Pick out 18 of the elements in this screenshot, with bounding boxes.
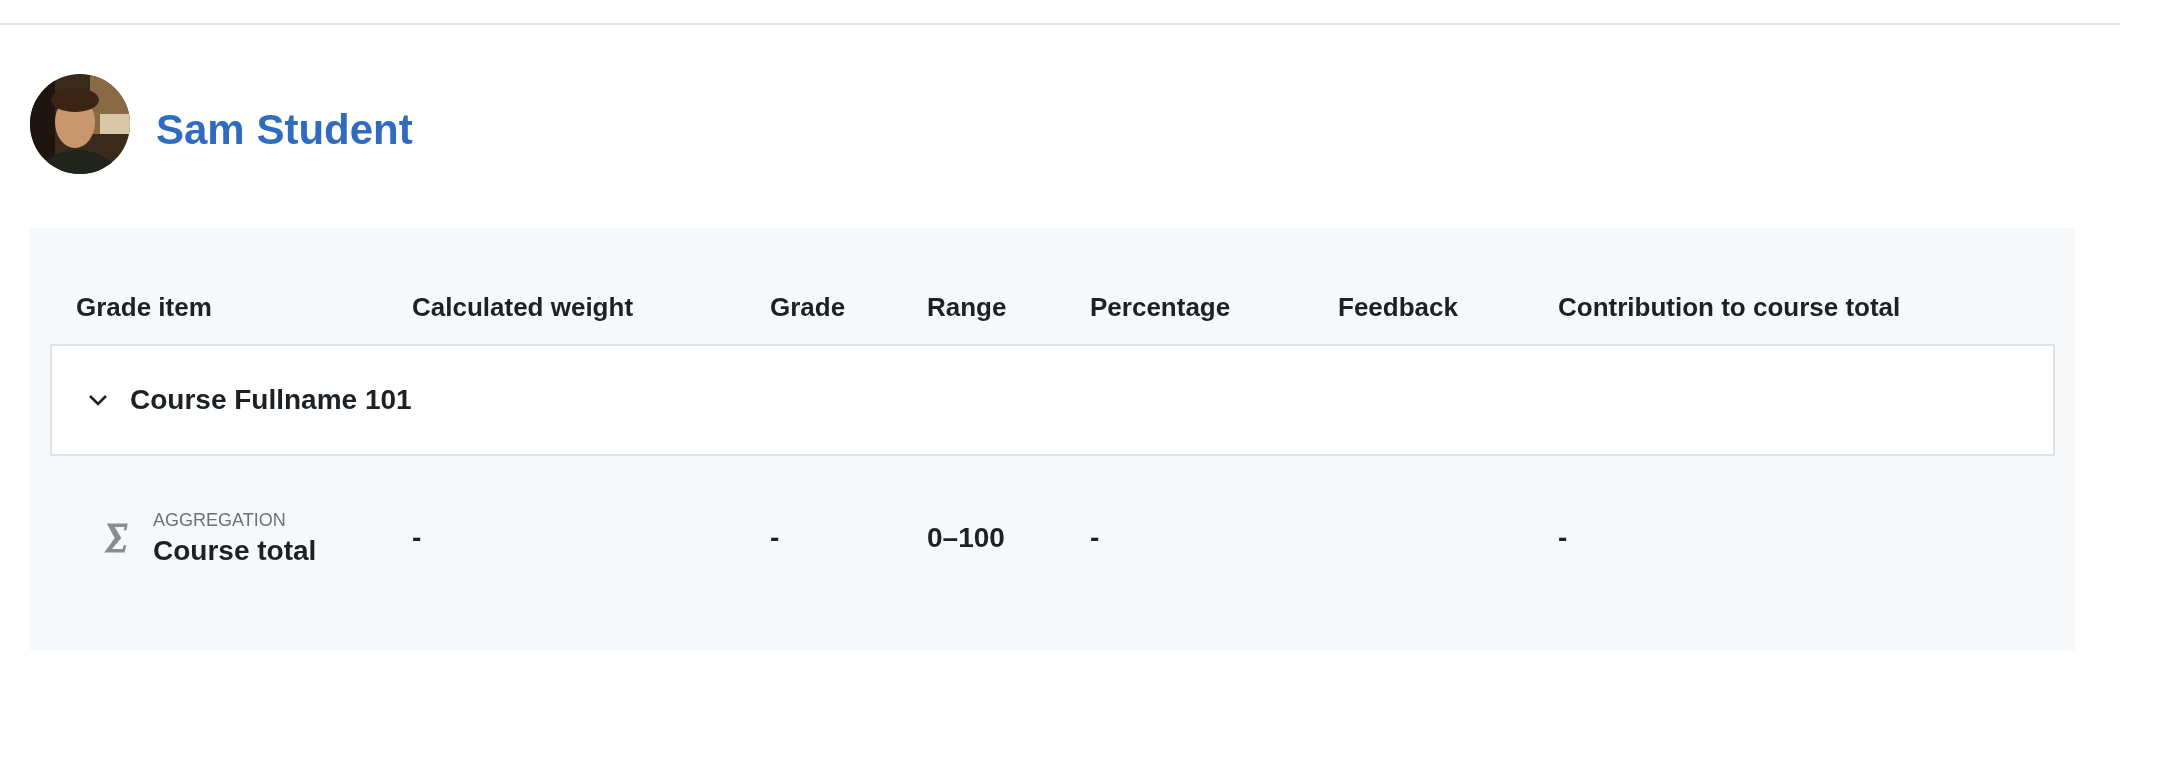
table-cell: 0–100 — [927, 522, 1005, 553]
column-header: Range — [927, 291, 1008, 323]
column-header: Grade — [770, 291, 847, 323]
column-header: Percentage — [1090, 291, 1232, 323]
column-header: Feedback — [1338, 291, 1459, 323]
column-header: Calculated weight — [412, 291, 635, 323]
user-name-link[interactable]: Sam Student — [156, 106, 413, 154]
table-cell: - — [770, 522, 780, 553]
category-name: Course Fullname 101 — [130, 384, 412, 416]
item-type-label: AGGREGATION — [153, 509, 287, 531]
table-cell: - — [1090, 522, 1100, 553]
chevron-icon[interactable] — [88, 394, 108, 406]
column-header: Contribution to course total — [1558, 291, 1902, 323]
column-header: Grade item — [76, 291, 213, 323]
sigma-icon — [103, 521, 129, 555]
table-cell: - — [412, 522, 422, 553]
table-cell: - — [1558, 522, 1568, 553]
item-name: Course total — [153, 534, 317, 567]
